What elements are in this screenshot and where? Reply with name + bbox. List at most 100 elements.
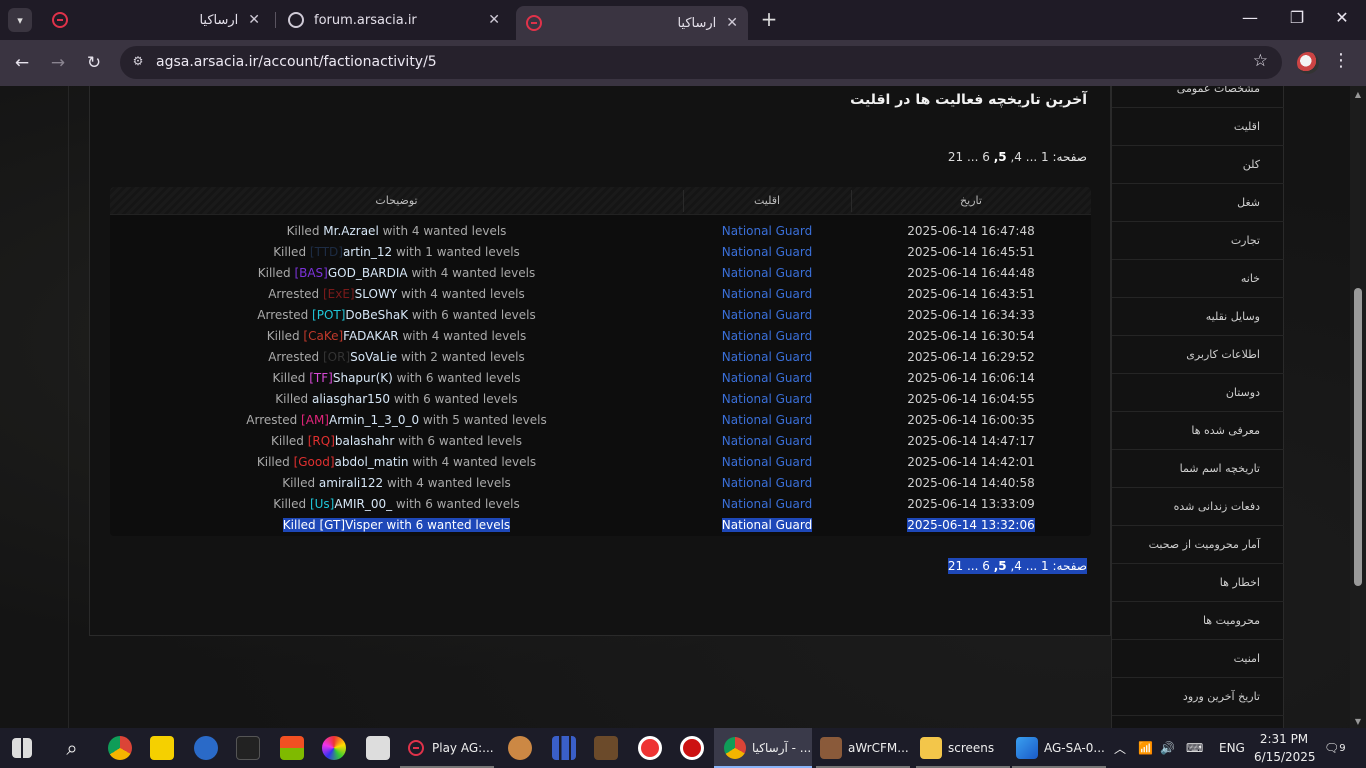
sidebar-item[interactable]: کلن bbox=[1112, 146, 1284, 184]
keyboard-icon[interactable]: ⌨ bbox=[1186, 728, 1203, 768]
faction-cell[interactable]: National Guard bbox=[683, 476, 851, 490]
tab-search-button[interactable]: ▾ bbox=[8, 8, 32, 32]
page-link-21[interactable]: 21 bbox=[948, 150, 963, 164]
faction-cell[interactable]: National Guard bbox=[683, 329, 851, 343]
volume-icon[interactable]: 🔊 bbox=[1160, 728, 1175, 768]
close-icon[interactable]: ✕ bbox=[726, 15, 738, 31]
page-link-4[interactable]: 4, bbox=[1010, 150, 1021, 164]
player-app-icon[interactable] bbox=[150, 736, 174, 760]
record-icon[interactable] bbox=[638, 736, 662, 760]
faction-link[interactable]: National Guard bbox=[722, 266, 812, 280]
faction-link[interactable]: National Guard bbox=[722, 413, 812, 427]
tab-arsacia-active[interactable]: آرساکیا ✕ bbox=[516, 6, 748, 40]
windows-start-icon[interactable] bbox=[12, 738, 32, 758]
faction-cell[interactable]: National Guard bbox=[683, 518, 851, 532]
faction-cell[interactable]: National Guard bbox=[683, 224, 851, 238]
faction-link[interactable]: National Guard bbox=[722, 476, 812, 490]
sidebar-item[interactable]: اقلیت bbox=[1112, 108, 1284, 146]
faction-link[interactable]: National Guard bbox=[722, 455, 812, 469]
faction-link[interactable]: National Guard bbox=[722, 350, 812, 364]
sidebar-item[interactable]: آمار محرومیت از صحبت bbox=[1112, 526, 1284, 564]
faction-cell[interactable]: National Guard bbox=[683, 245, 851, 259]
back-button[interactable]: ← bbox=[10, 51, 34, 75]
faction-link[interactable]: National Guard bbox=[722, 329, 812, 343]
faction-cell[interactable]: National Guard bbox=[683, 266, 851, 280]
game-app-icon[interactable] bbox=[236, 736, 260, 760]
faction-link[interactable]: National Guard bbox=[722, 308, 812, 322]
record-icon[interactable] bbox=[680, 736, 704, 760]
restore-button[interactable]: ❐ bbox=[1285, 8, 1309, 27]
reload-button[interactable]: ↻ bbox=[82, 51, 106, 75]
show-hidden-icons-icon[interactable]: ︿ bbox=[1114, 728, 1126, 768]
forward-button[interactable]: → bbox=[46, 51, 70, 75]
vpn-app-icon[interactable] bbox=[194, 736, 218, 760]
faction-link[interactable]: National Guard bbox=[722, 287, 812, 301]
profile-avatar[interactable] bbox=[1297, 52, 1319, 74]
sidebar-item[interactable]: شغل bbox=[1112, 184, 1284, 222]
close-icon[interactable]: ✕ bbox=[248, 12, 260, 28]
sidebar-item[interactable]: معرفی شده ها bbox=[1112, 412, 1284, 450]
sidebar-item[interactable]: امنیت bbox=[1112, 640, 1284, 678]
game-app-icon[interactable] bbox=[594, 736, 618, 760]
game-app-icon[interactable] bbox=[508, 736, 532, 760]
clock[interactable]: 2:31 PM 6/15/2025 bbox=[1254, 730, 1316, 766]
page-link-4[interactable]: 4, bbox=[1010, 559, 1021, 573]
stats-app-icon[interactable] bbox=[552, 736, 576, 760]
taskbar-app-photos[interactable]: AG-SA-0... bbox=[1012, 728, 1106, 768]
sidebar-item[interactable]: دوستان bbox=[1112, 374, 1284, 412]
notification-center[interactable]: 🗨 9 bbox=[1324, 728, 1346, 768]
sidebar-item[interactable]: اطلاعات کاربری bbox=[1112, 336, 1284, 374]
faction-cell[interactable]: National Guard bbox=[683, 350, 851, 364]
page-link-1[interactable]: 1 bbox=[1041, 559, 1049, 573]
store-icon[interactable] bbox=[280, 736, 304, 760]
bookmark-star-icon[interactable]: ☆ bbox=[1253, 51, 1268, 71]
sidebar-item[interactable]: محرومیت ها bbox=[1112, 602, 1284, 640]
page-link-6[interactable]: 6 bbox=[982, 559, 990, 573]
sidebar-item[interactable]: خانه bbox=[1112, 260, 1284, 298]
faction-link[interactable]: National Guard bbox=[722, 392, 812, 406]
minimize-button[interactable]: — bbox=[1238, 8, 1262, 27]
page-link-6[interactable]: 6 bbox=[982, 150, 990, 164]
search-icon[interactable]: ⌕ bbox=[60, 736, 84, 760]
page-link-1[interactable]: 1 bbox=[1041, 150, 1049, 164]
taskbar-app-folder[interactable]: screens bbox=[916, 728, 1010, 768]
menu-kebab-icon[interactable]: ⋮ bbox=[1332, 50, 1350, 71]
taskbar-app-image[interactable]: aWrCFM... bbox=[816, 728, 910, 768]
tab-forum[interactable]: forum.arsacia.ir ✕ bbox=[278, 6, 510, 34]
faction-cell[interactable]: National Guard bbox=[683, 434, 851, 448]
paint-app-icon[interactable] bbox=[322, 736, 346, 760]
wifi-icon[interactable]: 📶 bbox=[1138, 728, 1153, 768]
url-text[interactable]: agsa.arsacia.ir/account/factionactivity/… bbox=[156, 54, 437, 70]
mail-app-icon[interactable] bbox=[366, 736, 390, 760]
sidebar-item[interactable]: وسایل نقلیه bbox=[1112, 298, 1284, 336]
taskbar-app-play[interactable]: Play AG:... bbox=[400, 728, 494, 768]
faction-cell[interactable]: National Guard bbox=[683, 455, 851, 469]
sidebar-item[interactable]: مشخصات عمومی bbox=[1112, 86, 1284, 108]
faction-link[interactable]: National Guard bbox=[722, 434, 812, 448]
page-link-21[interactable]: 21 bbox=[948, 559, 963, 573]
language-indicator[interactable]: ENG bbox=[1219, 728, 1245, 768]
faction-link[interactable]: National Guard bbox=[721, 518, 813, 532]
faction-link[interactable]: National Guard bbox=[722, 245, 812, 259]
faction-link[interactable]: National Guard bbox=[722, 497, 812, 511]
faction-cell[interactable]: National Guard bbox=[683, 392, 851, 406]
faction-link[interactable]: National Guard bbox=[722, 371, 812, 385]
faction-cell[interactable]: National Guard bbox=[683, 497, 851, 511]
sidebar-item[interactable]: دفعات زندانی شده bbox=[1112, 488, 1284, 526]
scroll-down-arrow-icon[interactable]: ▼ bbox=[1353, 717, 1363, 726]
tab-arsacia-1[interactable]: آرساکیا ✕ bbox=[42, 6, 270, 34]
faction-cell[interactable]: National Guard bbox=[683, 308, 851, 322]
new-tab-button[interactable]: + bbox=[758, 8, 780, 30]
scroll-up-arrow-icon[interactable]: ▲ bbox=[1353, 90, 1363, 99]
sidebar-item[interactable]: اخطار ها bbox=[1112, 564, 1284, 602]
faction-cell[interactable]: National Guard bbox=[683, 413, 851, 427]
sidebar-item[interactable]: تاریخچه اسم شما bbox=[1112, 450, 1284, 488]
address-bar[interactable]: ⚙ agsa.arsacia.ir/account/factionactivit… bbox=[120, 46, 1282, 79]
faction-link[interactable]: National Guard bbox=[722, 224, 812, 238]
faction-cell[interactable]: National Guard bbox=[683, 287, 851, 301]
sidebar-item[interactable]: تجارت bbox=[1112, 222, 1284, 260]
taskbar-app-chrome[interactable]: آرساکیا - ... bbox=[714, 728, 812, 768]
vertical-scrollbar[interactable]: ▲ ▼ bbox=[1350, 86, 1366, 728]
close-icon[interactable]: ✕ bbox=[488, 12, 500, 28]
chrome-icon[interactable] bbox=[108, 736, 132, 760]
